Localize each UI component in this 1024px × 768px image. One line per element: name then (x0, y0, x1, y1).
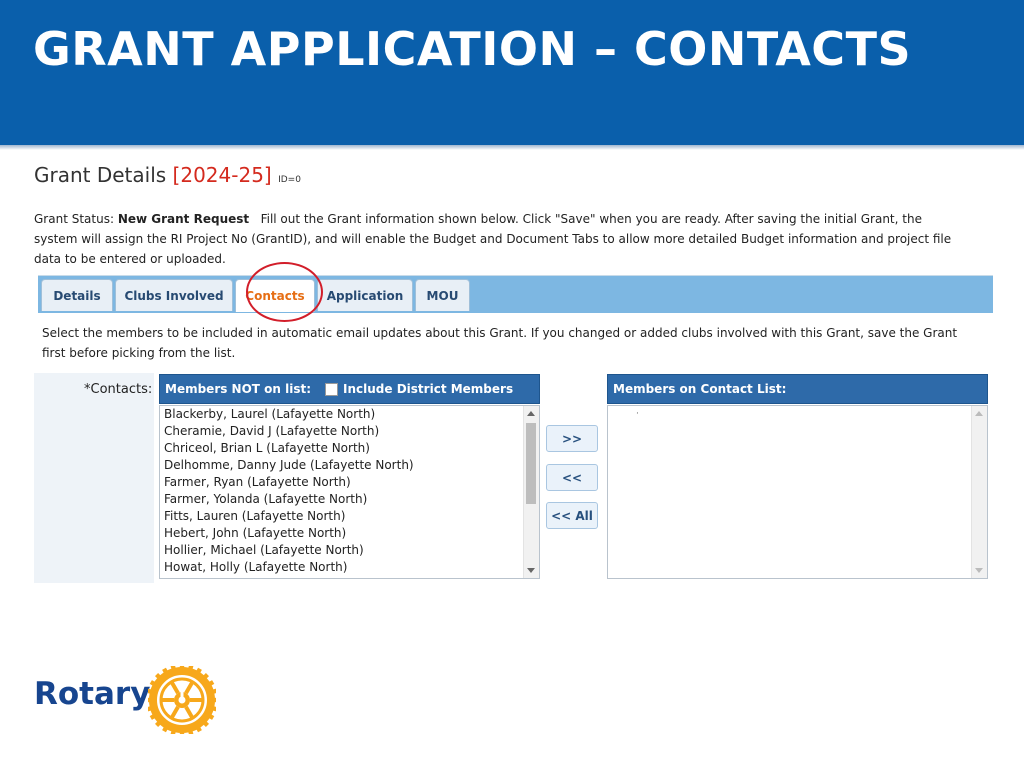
member-option[interactable]: Hebert, John (Lafayette North) (162, 525, 414, 542)
members-on-contact-list-header: Members on Contact List: (607, 374, 988, 404)
members-on-contact-list-label: Members on Contact List: (613, 382, 787, 396)
rotary-wordmark: Rotary (34, 676, 151, 712)
member-option[interactable]: Howat, Holly (Lafayette North) (162, 559, 414, 576)
member-option[interactable]: Cheramie, David J (Lafayette North) (162, 423, 414, 440)
member-option[interactable]: Farmer, Yolanda (Lafayette North) (162, 491, 414, 508)
available-members-listbox[interactable]: Blackerby, Laurel (Lafayette North) Chera… (159, 405, 540, 579)
remove-contact-button[interactable]: << (546, 464, 598, 491)
rotary-logo: Rotary (34, 666, 224, 736)
available-members-options: Blackerby, Laurel (Lafayette North) Chera… (162, 406, 414, 576)
tab-application[interactable]: Application (317, 279, 413, 311)
grant-status-text: Grant Status: New Grant Request Fill out… (34, 209, 954, 269)
tab-clubs-involved[interactable]: Clubs Involved (115, 279, 233, 311)
grant-id: ID=0 (278, 175, 301, 185)
add-contact-button[interactable]: >> (546, 425, 598, 452)
banner-shadow (0, 145, 1024, 150)
tab-details[interactable]: Details (41, 279, 113, 311)
contact-list-scrollbar[interactable] (971, 406, 987, 578)
include-district-checkbox[interactable] (325, 382, 339, 396)
member-option[interactable]: Farmer, Ryan (Lafayette North) (162, 474, 414, 491)
grant-details-label: Grant Details (34, 163, 167, 187)
member-option[interactable]: Hollier, Michael (Lafayette North) (162, 542, 414, 559)
scroll-down-arrow-icon[interactable] (527, 568, 535, 573)
include-district-label: Include District Members (343, 382, 514, 396)
contact-list-listbox[interactable]: · (607, 405, 988, 579)
scroll-up-arrow-icon[interactable] (975, 411, 983, 416)
contacts-help-text: Select the members to be included in aut… (42, 326, 958, 360)
member-option[interactable]: Blackerby, Laurel (Lafayette North) (162, 406, 414, 423)
slide-title: GRANT APPLICATION – CONTACTS (33, 22, 912, 76)
field-label-area (34, 373, 154, 583)
grant-year: [2024-25] (172, 163, 272, 187)
empty-list-marker: · (636, 409, 639, 419)
status-label: Grant Status: (34, 212, 114, 226)
remove-all-contacts-button[interactable]: << All (546, 502, 598, 529)
grant-details-heading: Grant Details [2024-25] ID=0 (34, 163, 301, 187)
scroll-up-arrow-icon[interactable] (527, 411, 535, 416)
scroll-down-arrow-icon[interactable] (975, 568, 983, 573)
members-not-on-list-header: Members NOT on list: Include District Me… (159, 374, 540, 404)
status-value: New Grant Request (117, 212, 250, 226)
contacts-field-label: *Contacts: (84, 382, 153, 397)
rotary-wheel-icon (148, 666, 216, 734)
member-option[interactable]: Fitts, Lauren (Lafayette North) (162, 508, 414, 525)
members-not-on-list-label: Members NOT on list: (165, 382, 312, 396)
scrollbar-thumb[interactable] (526, 423, 536, 504)
member-option[interactable]: Chriceol, Brian L (Lafayette North) (162, 440, 414, 457)
member-option[interactable]: Delhomme, Danny Jude (Lafayette North) (162, 457, 414, 474)
tab-contacts[interactable]: Contacts (235, 279, 315, 312)
available-members-scrollbar[interactable] (523, 406, 539, 578)
tab-mou[interactable]: MOU (415, 279, 470, 311)
